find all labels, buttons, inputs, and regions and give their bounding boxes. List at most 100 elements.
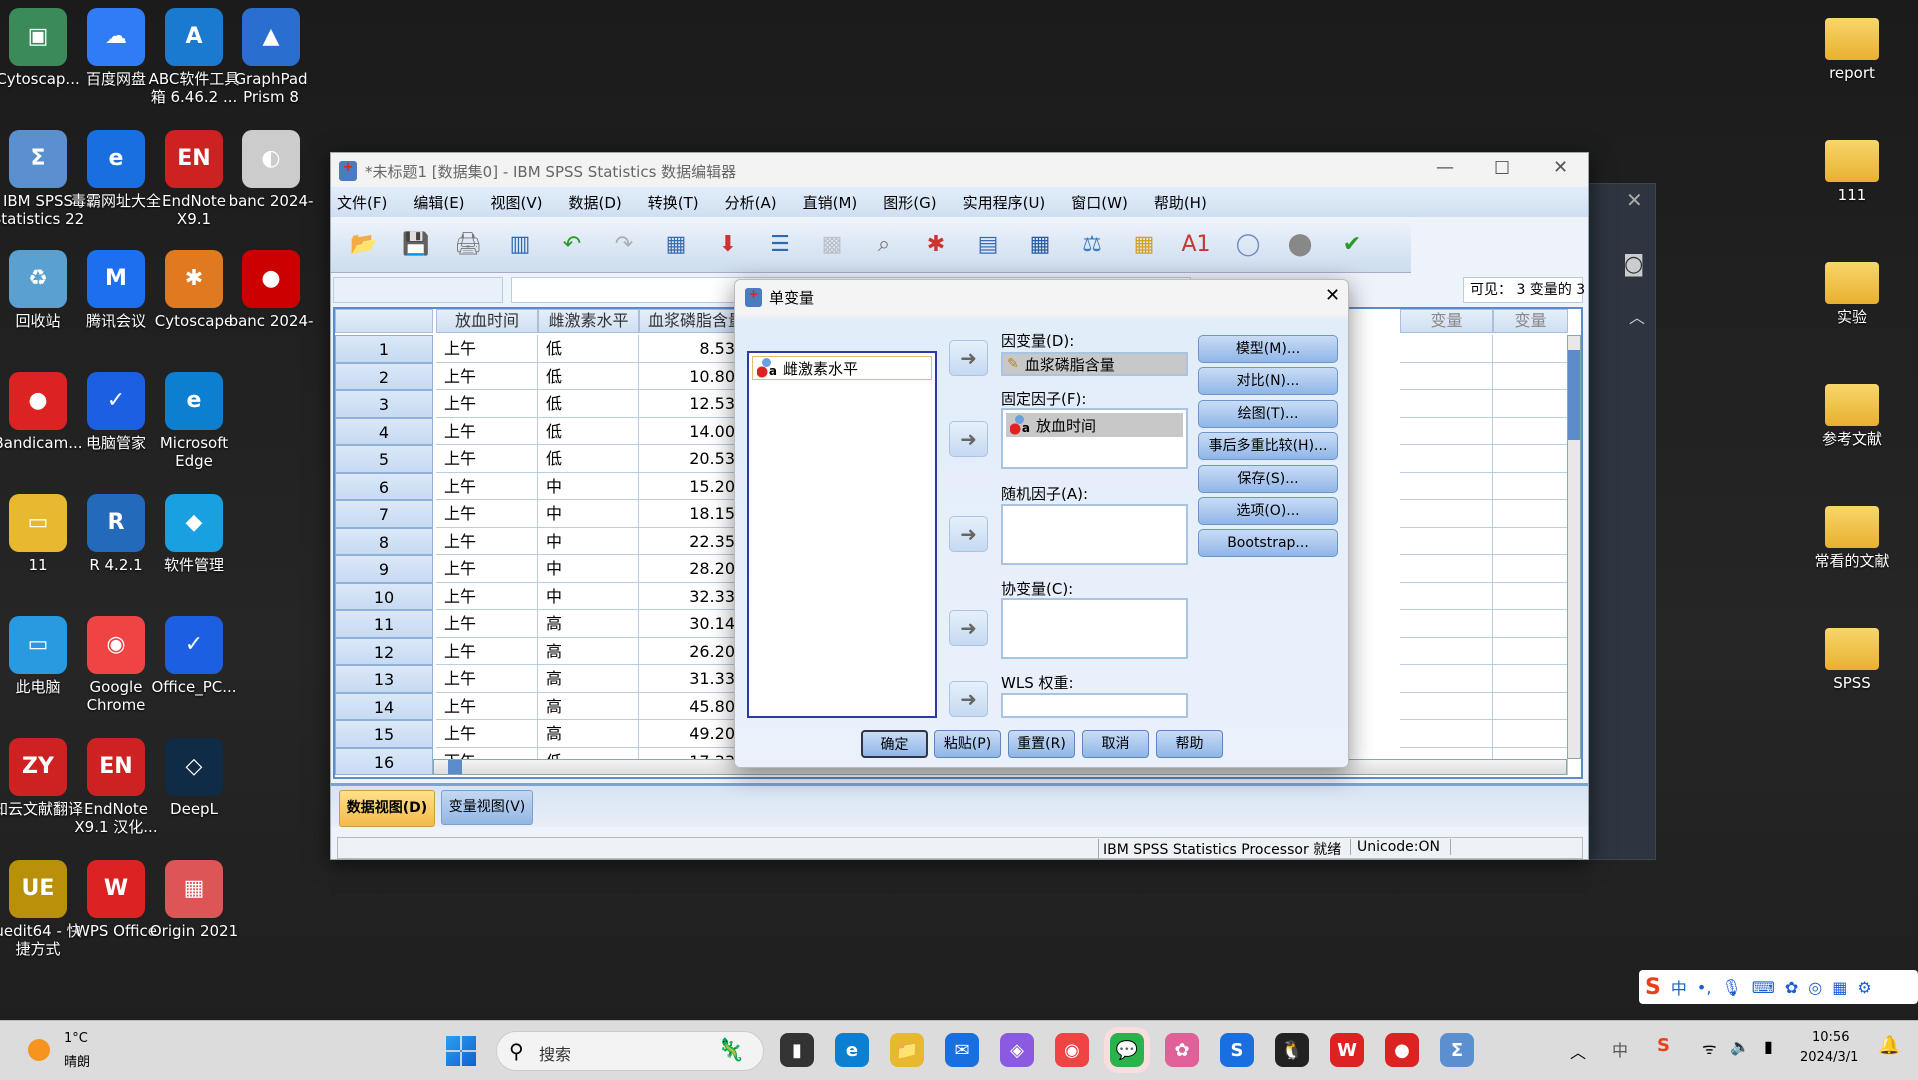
table-cell[interactable]: 中	[538, 527, 639, 555]
table-cell[interactable]: 高	[538, 637, 639, 665]
fixed-factor-list[interactable]: 放血时间	[1001, 408, 1188, 469]
row-header[interactable]: 2	[335, 362, 433, 390]
dialog-close-button[interactable]: ✕	[1325, 285, 1340, 306]
search-box[interactable]: ⚲ 搜索 🦎	[496, 1031, 764, 1071]
table-cell[interactable]	[1493, 362, 1568, 390]
table-cell[interactable]: 15.20	[639, 472, 744, 500]
table-cell[interactable]: 低	[538, 390, 639, 418]
table-cell[interactable]: 上午	[436, 527, 538, 555]
table-cell[interactable]: 高	[538, 720, 639, 748]
row-header[interactable]: 11	[335, 610, 433, 638]
show-all-variables-icon[interactable]: ⬤	[1281, 226, 1319, 264]
table-cell[interactable]: 10.80	[639, 362, 744, 390]
weather-description[interactable]: 晴朗	[64, 1051, 90, 1070]
desktop-folder[interactable]: SPSS	[1804, 620, 1900, 692]
row-header[interactable]: 12	[335, 637, 433, 665]
desktop-folder[interactable]: report	[1804, 10, 1900, 82]
copilot-taskbar-icon[interactable]: ◈	[1000, 1033, 1034, 1067]
menu-edit[interactable]: 编辑(E)	[413, 192, 464, 213]
table-cell[interactable]	[1400, 610, 1493, 638]
table-cell[interactable]: 26.20	[639, 637, 744, 665]
spelling-icon[interactable]: ✔	[1333, 226, 1371, 264]
desktop-folder[interactable]: 实验	[1804, 254, 1900, 326]
desktop-folder[interactable]: 参考文献	[1804, 376, 1900, 448]
table-cell[interactable]: 高	[538, 692, 639, 720]
minimize-button[interactable]: —	[1436, 157, 1454, 178]
save-button[interactable]: 保存(S)...	[1198, 465, 1338, 493]
table-cell[interactable]: 20.53	[639, 445, 744, 473]
post-hoc-button[interactable]: 事后多重比较(H)...	[1198, 432, 1338, 460]
ok-button[interactable]: 确定	[861, 730, 928, 758]
menu-graphs[interactable]: 图形(G)	[883, 192, 936, 213]
random-factor-list[interactable]	[1001, 504, 1188, 565]
table-cell[interactable]	[1493, 582, 1568, 610]
table-cell[interactable]	[1400, 445, 1493, 473]
table-cell[interactable]	[1493, 637, 1568, 665]
table-cell[interactable]: 上午	[436, 417, 538, 445]
show-hidden-icons-button[interactable]: ︿	[1570, 1039, 1586, 1063]
mail-taskbar-icon[interactable]: ✉	[945, 1033, 979, 1067]
table-cell[interactable]	[1493, 610, 1568, 638]
save-icon[interactable]: 💾	[397, 226, 435, 264]
variables-icon[interactable]: ☰	[761, 226, 799, 264]
table-cell[interactable]	[1493, 720, 1568, 748]
table-cell[interactable]	[1493, 417, 1568, 445]
column-header[interactable]: 雌激素水平	[538, 309, 639, 333]
menu-utilities[interactable]: 实用程序(U)	[963, 192, 1046, 213]
chevron-up-icon[interactable]: ︿	[1629, 304, 1645, 328]
desktop-folder[interactable]: 111	[1804, 132, 1900, 204]
list-item[interactable]: 放血时间	[1006, 413, 1183, 437]
help-button[interactable]: 帮助	[1156, 730, 1223, 758]
plots-button[interactable]: 绘图(T)...	[1198, 400, 1338, 428]
table-cell[interactable]: 中	[538, 500, 639, 528]
bandicam-taskbar-icon[interactable]: ●	[1385, 1033, 1419, 1067]
menu-analyze[interactable]: 分析(A)	[725, 192, 777, 213]
clock-time[interactable]: 10:56	[1812, 1030, 1849, 1045]
table-cell[interactable]: 上午	[436, 720, 538, 748]
table-cell[interactable]: 上午	[436, 500, 538, 528]
sogou-tray-icon[interactable]: S	[1657, 1035, 1670, 1056]
vertical-scrollbar[interactable]	[1567, 335, 1581, 759]
desktop-icon[interactable]: ● banc 2024-	[223, 250, 319, 330]
goto-variable-icon[interactable]: ⬇	[709, 226, 747, 264]
table-cell[interactable]	[1493, 335, 1568, 363]
table-cell[interactable]: 低	[538, 417, 639, 445]
value-labels-icon[interactable]: A1	[1177, 226, 1215, 264]
table-cell[interactable]: 中	[538, 472, 639, 500]
table-cell[interactable]: 上午	[436, 610, 538, 638]
table-cell[interactable]: 上午	[436, 637, 538, 665]
split-file-icon[interactable]: ▦	[1021, 226, 1059, 264]
list-item[interactable]: ✎ 血浆磷脂含量	[1003, 354, 1186, 374]
column-header[interactable]: 血浆磷脂含量	[639, 309, 744, 333]
move-to-fixed-factor-button[interactable]: ➜	[949, 421, 988, 457]
table-cell[interactable]	[1493, 665, 1568, 693]
desktop-folder[interactable]: 常看的文献	[1804, 498, 1900, 570]
microphone-icon[interactable]: 🎙	[1721, 978, 1741, 997]
game-icon[interactable]: ◎	[1808, 978, 1822, 997]
table-cell[interactable]	[1493, 555, 1568, 583]
wifi-icon[interactable]: ᯤ	[1702, 1037, 1717, 1059]
settings-icon[interactable]: ⚙	[1857, 978, 1871, 997]
table-cell[interactable]: 中	[538, 582, 639, 610]
print-icon[interactable]: 🖨	[449, 226, 487, 264]
clock-date[interactable]: 2024/3/1	[1800, 1050, 1858, 1065]
start-button[interactable]	[446, 1036, 476, 1066]
weather-temperature[interactable]: 1°C	[64, 1031, 88, 1046]
table-cell[interactable]: 14.00	[639, 417, 744, 445]
move-to-dependent-button[interactable]: ➜	[949, 340, 988, 376]
table-cell[interactable]: 上午	[436, 335, 538, 363]
keyboard-icon[interactable]: ⌨	[1752, 978, 1775, 997]
battery-icon[interactable]: ▮	[1764, 1037, 1773, 1056]
model-button[interactable]: 模型(M)...	[1198, 335, 1338, 363]
row-header[interactable]: 16	[335, 747, 433, 775]
table-cell[interactable]: 32.33	[639, 582, 744, 610]
wls-weight-field[interactable]	[1001, 693, 1188, 718]
menu-file[interactable]: 文件(F)	[337, 192, 387, 213]
table-cell[interactable]: 低	[538, 335, 639, 363]
table-cell[interactable]	[1493, 390, 1568, 418]
table-cell[interactable]: 45.80	[639, 692, 744, 720]
desktop-icon[interactable]: ◆ 软件管理	[146, 494, 242, 574]
column-header[interactable]: 放血时间	[436, 309, 538, 333]
table-cell[interactable]	[1400, 472, 1493, 500]
move-to-covariate-button[interactable]: ➜	[949, 610, 988, 646]
